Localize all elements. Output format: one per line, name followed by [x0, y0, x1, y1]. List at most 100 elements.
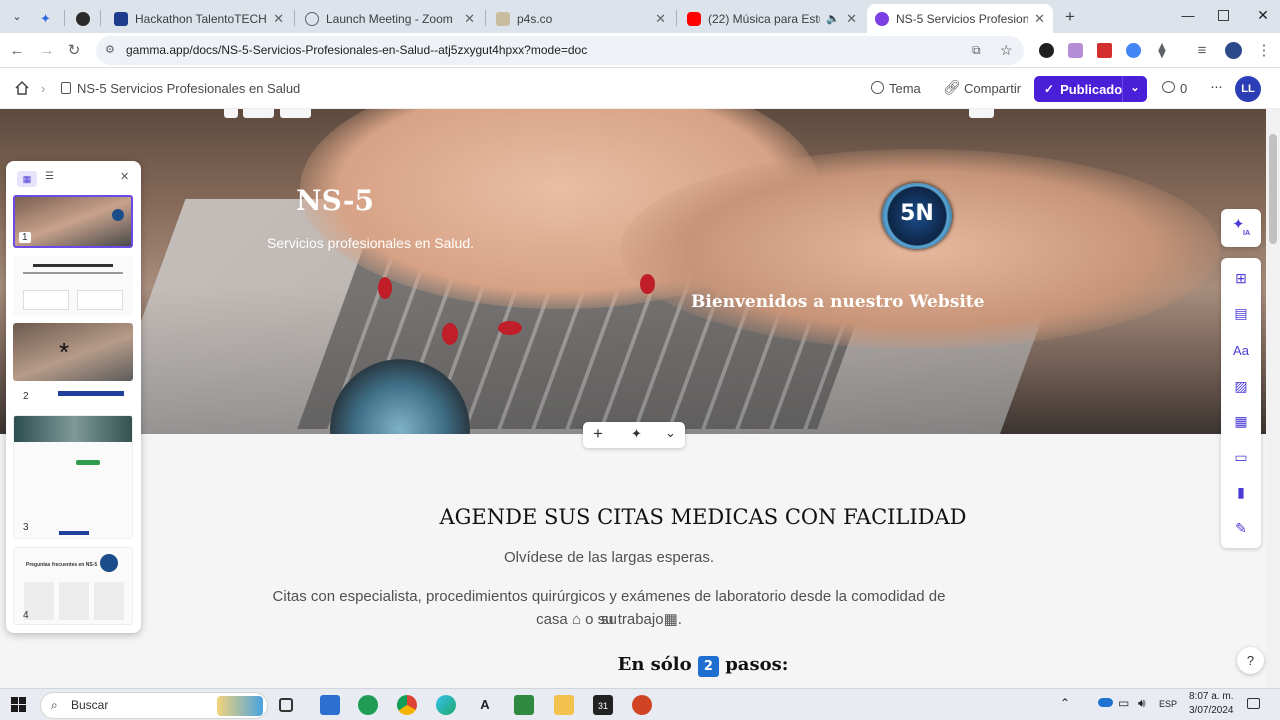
reload-icon[interactable]: ↻ — [64, 41, 84, 61]
tray-chevron-icon[interactable]: ⌃ — [1060, 696, 1070, 710]
teams-icon[interactable] — [320, 695, 340, 715]
onedrive-icon[interactable] — [1098, 698, 1113, 707]
card-handle-icon[interactable] — [224, 109, 238, 118]
extension-openai-icon[interactable] — [1039, 43, 1054, 58]
nail-decoration — [640, 274, 655, 294]
forward-icon[interactable]: → — [37, 41, 57, 61]
card-tools[interactable] — [280, 109, 311, 118]
user-avatar[interactable]: LL — [1235, 76, 1261, 102]
task-view-icon[interactable] — [279, 698, 293, 712]
list-view-icon[interactable]: ☰ — [45, 171, 54, 182]
doc-title[interactable]: NS-5 Servicios Profesionales en Salud — [77, 81, 300, 96]
volume-icon[interactable]: 🔊︎ — [1138, 696, 1146, 711]
close-icon[interactable]: ✕ — [464, 11, 475, 27]
new-tab-button[interactable]: + — [1060, 7, 1080, 27]
language-indicator[interactable]: ESP — [1159, 699, 1177, 709]
notifications-icon[interactable] — [1247, 698, 1260, 709]
palette-icon[interactable] — [871, 81, 884, 94]
slide-thumbnail-4[interactable]: Preguntas frecuentes en NS-5 — [13, 547, 133, 625]
ai-assistant-button[interactable]: ✦ IA — [1221, 209, 1261, 247]
calendar-icon[interactable]: 31 — [593, 695, 613, 715]
chrome-menu-icon[interactable]: ⋮ — [1254, 41, 1274, 61]
font-app-icon[interactable]: A — [475, 695, 495, 715]
extension-blue-icon[interactable] — [1126, 43, 1141, 58]
slide-thumbnail-1[interactable] — [13, 195, 133, 248]
document-icon — [61, 82, 71, 94]
network-icon[interactable]: ▭ — [1118, 696, 1129, 710]
chart-icon[interactable]: ▮ — [1231, 482, 1251, 502]
extension-m-icon[interactable] — [1068, 43, 1083, 58]
restore-icon[interactable] — [1218, 10, 1229, 21]
comment-icon[interactable] — [1162, 81, 1175, 93]
bookmark-star-icon[interactable]: ☆ — [1000, 36, 1013, 65]
edit-icon[interactable]: ✎ — [1231, 518, 1251, 538]
section-subtitle: Olvídese de las largas esperas. — [503, 549, 715, 566]
tab-title: Hackathon TalentoTECH region — [135, 11, 267, 26]
minimize-icon[interactable]: — — [1180, 8, 1196, 24]
card-tools[interactable] — [243, 109, 274, 118]
extensions-puzzle-icon[interactable]: ⧫ — [1152, 41, 1172, 61]
help-button[interactable]: ? — [1237, 647, 1264, 674]
card-tools[interactable] — [969, 109, 994, 118]
slide-thumbnail-3[interactable] — [13, 415, 133, 539]
tab-2[interactable] — [70, 4, 98, 33]
tab-zoom[interactable]: Launch Meeting - Zoom ✕ — [297, 4, 483, 33]
speaker-icon[interactable]: 🔈 — [826, 12, 840, 25]
tab-hackathon[interactable]: Hackathon TalentoTECH region ✕ — [106, 4, 292, 33]
chevron-down-icon[interactable]: ⌄ — [665, 425, 676, 441]
tab-p4s[interactable]: p4s.co ✕ — [488, 4, 674, 33]
site-settings-icon[interactable]: ⚙ — [105, 36, 115, 65]
extension-pdf-icon[interactable] — [1097, 43, 1112, 58]
thumbnail-view-icon[interactable]: ▦ — [17, 171, 37, 187]
layout-icon[interactable]: ▤ — [1231, 303, 1251, 323]
file-explorer-icon[interactable] — [554, 695, 574, 715]
tab-gamma-active[interactable]: NS-5 Servicios Profesionales en ✕ — [867, 4, 1053, 33]
page-scrollbar[interactable] — [1266, 109, 1280, 688]
chevron-down-icon[interactable]: ⌄ — [1122, 76, 1147, 102]
back-icon[interactable]: ← — [7, 41, 27, 61]
tab-youtube[interactable]: (22) Música para Estudiar, C 🔈 ✕ — [679, 4, 865, 33]
link-icon[interactable]: 🔗︎ — [943, 79, 961, 96]
install-app-icon[interactable]: ⧉ — [972, 36, 981, 65]
close-icon[interactable]: ✕ — [273, 11, 284, 27]
image-icon[interactable]: ▨ — [1231, 376, 1251, 396]
chrome-icon[interactable] — [397, 695, 417, 715]
close-icon[interactable]: ✕ — [1034, 11, 1045, 27]
slide-thumbnail-2[interactable] — [13, 256, 133, 316]
scrollbar-thumb[interactable] — [1269, 134, 1277, 244]
browser-tab-strip: ⌄ ✦ Hackathon TalentoTECH region ✕ Launc… — [0, 0, 1280, 33]
youtube-icon — [687, 11, 701, 26]
share-button[interactable]: Compartir — [964, 81, 1021, 96]
clock-date[interactable]: 3/07/2024 — [1189, 705, 1234, 716]
address-bar[interactable]: ⚙ gamma.app/docs/NS-5-Servicios-Profesio… — [96, 36, 1024, 65]
close-window-icon[interactable]: ✕ — [1255, 7, 1271, 23]
nail-decoration — [442, 323, 458, 345]
clock-time[interactable]: 8:07 a. m. — [1189, 691, 1233, 702]
home-icon[interactable] — [14, 80, 30, 96]
media-control-icon[interactable]: ≡ — [1192, 41, 1212, 61]
theme-button[interactable]: Tema — [889, 81, 921, 96]
embed-icon[interactable]: ▭ — [1231, 447, 1251, 467]
published-button[interactable]: ✓ Publicado ⌄ — [1034, 76, 1147, 102]
close-icon[interactable]: ✕ — [120, 170, 129, 183]
windows-start-icon[interactable] — [11, 697, 26, 712]
text-style-icon[interactable]: Aa — [1231, 341, 1251, 361]
whatsapp-icon[interactable] — [358, 695, 378, 715]
add-card-icon[interactable]: + — [593, 424, 603, 444]
tab-title: Launch Meeting - Zoom — [326, 11, 453, 26]
close-icon[interactable]: ✕ — [655, 11, 666, 27]
green-app-icon[interactable] — [514, 695, 534, 715]
powerpoint-icon[interactable] — [632, 695, 652, 715]
tab-1[interactable]: ✦ — [34, 4, 62, 33]
table-icon[interactable]: ▦ — [1231, 411, 1251, 431]
taskbar-search[interactable]: ⌕ Buscar — [40, 692, 268, 719]
ai-sparkle-icon[interactable]: ✦ — [631, 426, 642, 442]
edge-icon[interactable] — [436, 695, 456, 715]
step-card — [23, 290, 69, 310]
profile-avatar-icon[interactable] — [1225, 42, 1242, 59]
add-card-icon[interactable]: ⊞ — [1231, 268, 1251, 288]
tab-list-dropdown-icon[interactable]: ⌄ — [9, 9, 25, 25]
more-options-icon[interactable]: ··· — [1210, 78, 1223, 95]
slide-thumbnail-2b[interactable]: * — [13, 323, 133, 381]
close-icon[interactable]: ✕ — [846, 11, 857, 27]
